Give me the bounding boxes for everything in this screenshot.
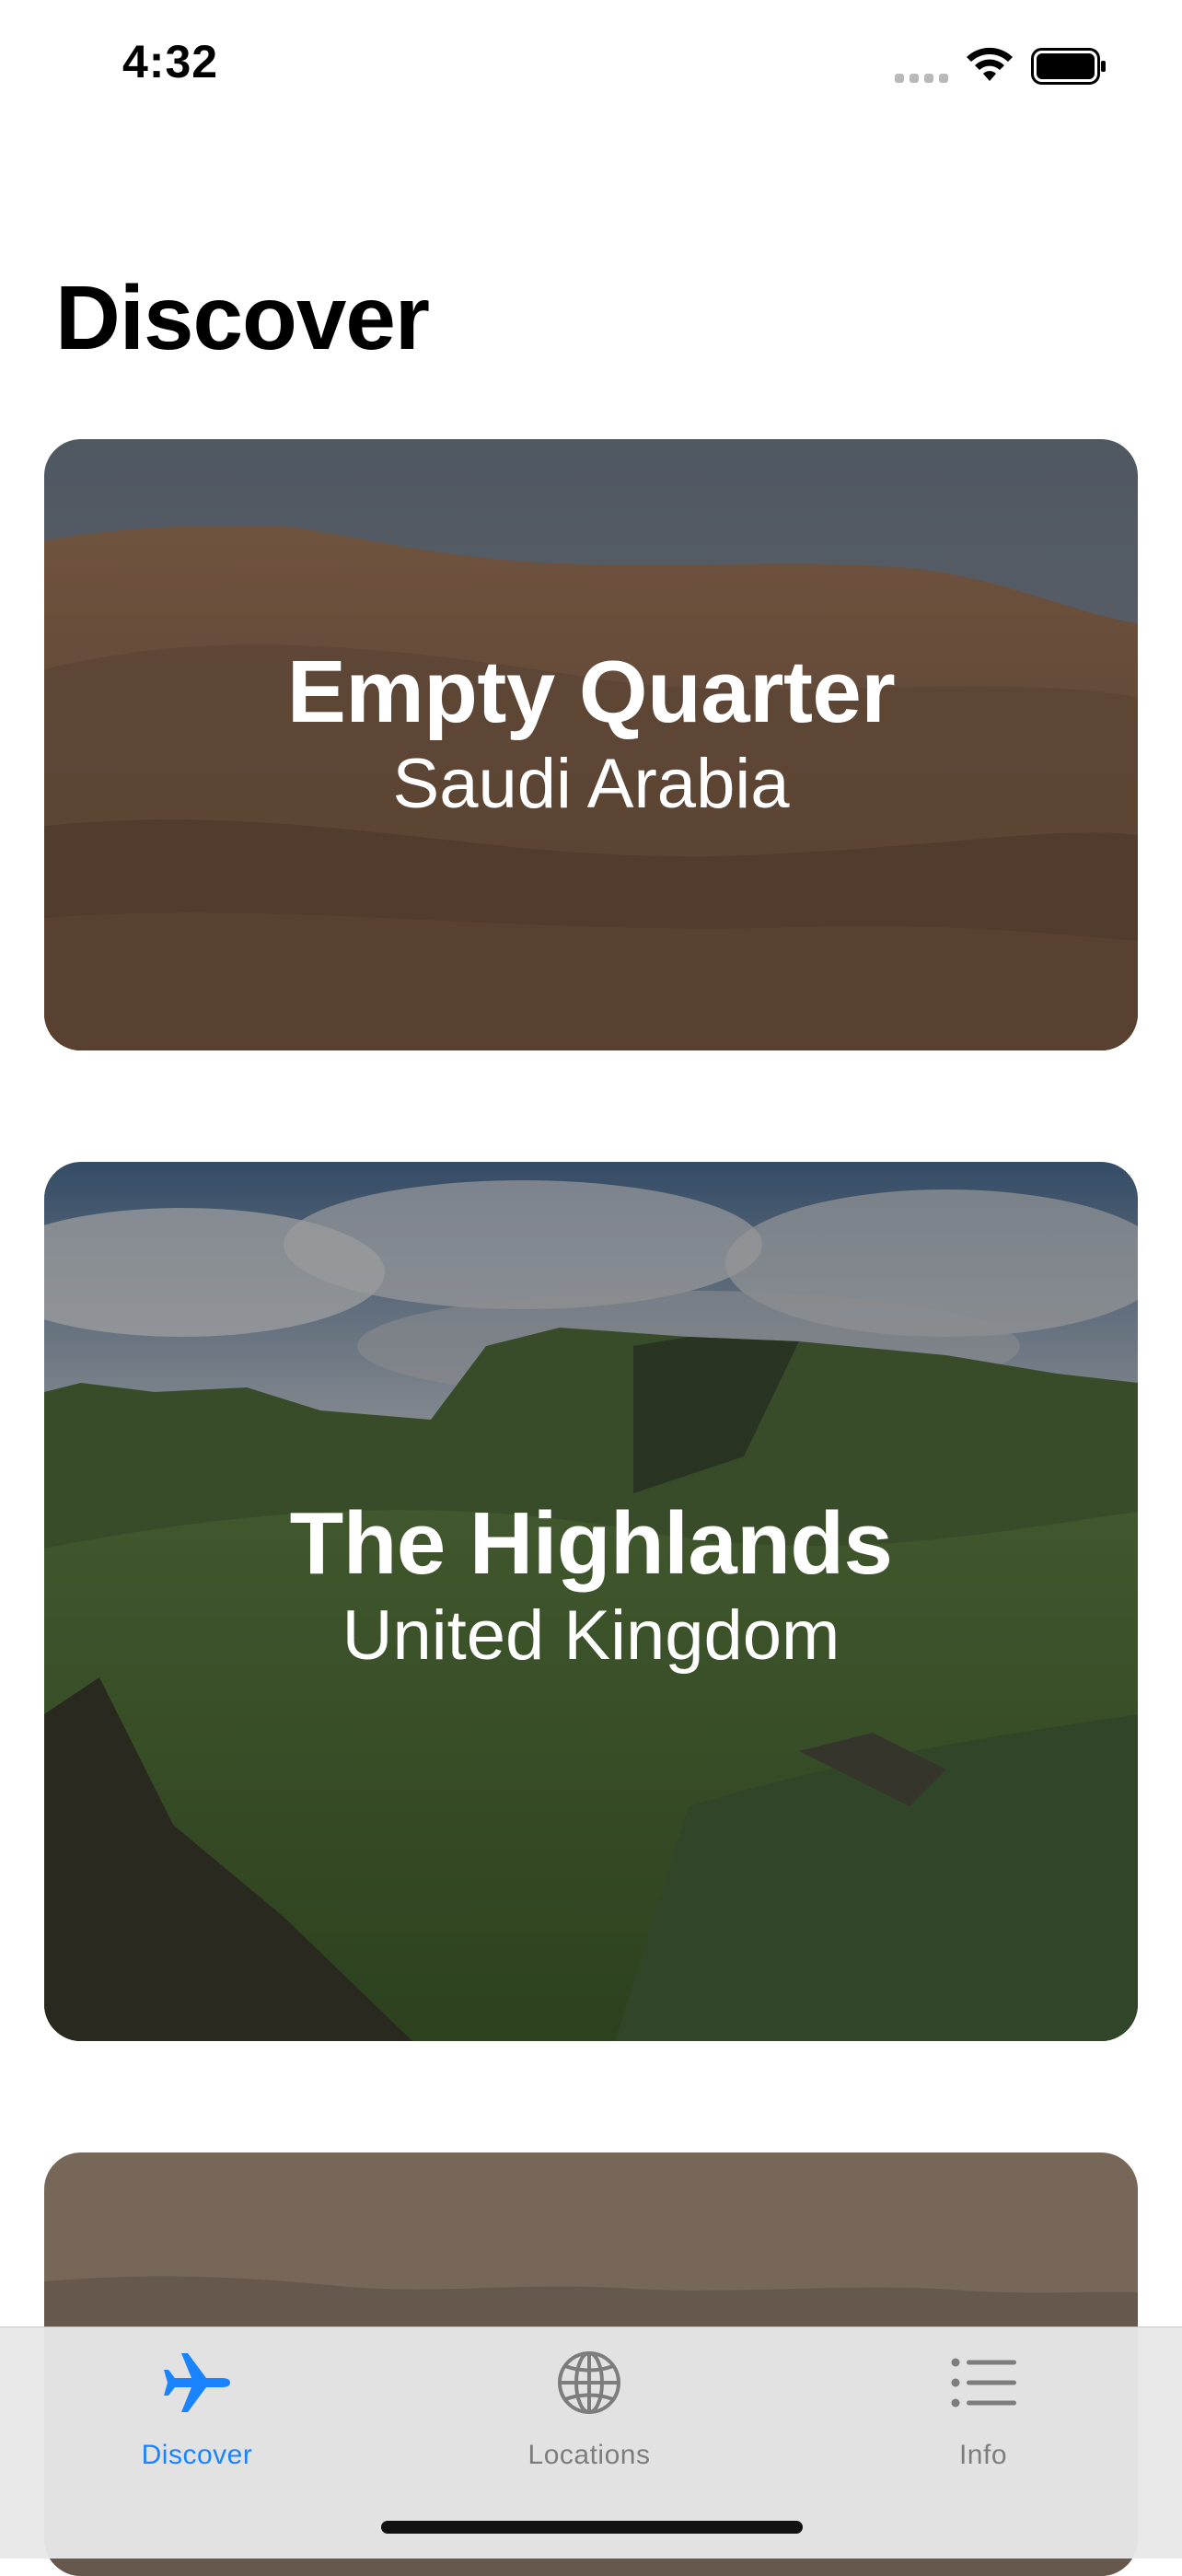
cellular-signal-icon xyxy=(895,74,950,83)
card-title: The Highlands xyxy=(289,1494,893,1593)
card-subtitle: Saudi Arabia xyxy=(392,745,790,823)
list-icon xyxy=(951,2358,1016,2408)
status-bar: 4:32 xyxy=(0,0,1182,138)
wifi-icon xyxy=(967,47,1013,81)
home-indicator[interactable] xyxy=(381,2521,803,2534)
page-title: Discover xyxy=(55,267,430,368)
card-subtitle: United Kingdom xyxy=(342,1596,840,1675)
status-time: 4:32 xyxy=(122,36,219,87)
destination-card-empty-quarter[interactable]: Empty Quarter Saudi Arabia xyxy=(44,439,1138,1050)
globe-icon xyxy=(558,2351,620,2414)
tab-label: Locations xyxy=(527,2440,651,2470)
destination-card-the-highlands[interactable]: The Highlands United Kingdom xyxy=(44,1162,1138,2041)
airplane-icon xyxy=(164,2353,230,2412)
battery-icon xyxy=(1031,48,1106,85)
tab-label: Info xyxy=(958,2440,1008,2470)
tab-label: Discover xyxy=(141,2440,253,2470)
tab-locations[interactable]: Locations xyxy=(451,2327,727,2475)
card-title: Empty Quarter xyxy=(286,643,896,741)
tab-info[interactable]: Info xyxy=(845,2327,1121,2475)
tab-discover[interactable]: Discover xyxy=(59,2327,335,2475)
